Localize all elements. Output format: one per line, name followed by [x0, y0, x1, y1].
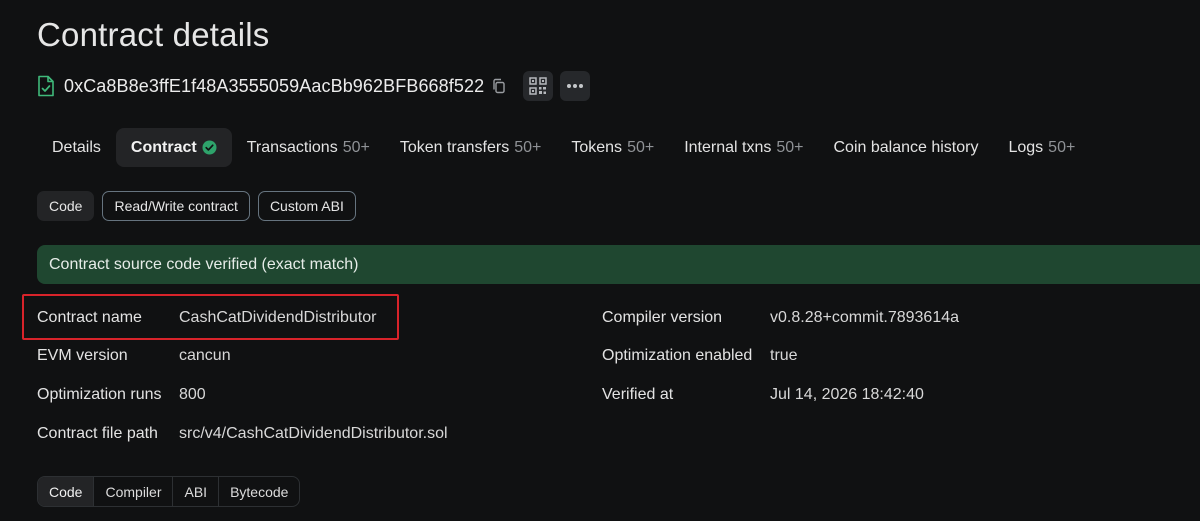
tab-transactions[interactable]: Transactions 50+: [232, 128, 385, 167]
tab-tokens[interactable]: Tokens 50+: [556, 128, 669, 167]
tab-internal-txns[interactable]: Internal txns 50+: [669, 128, 818, 167]
evm-version-label: EVM version: [37, 347, 128, 364]
code-tab-code[interactable]: Code: [38, 477, 94, 506]
tab-count: 50+: [342, 138, 370, 156]
contract-name-highlight: [22, 294, 399, 340]
file-path-label: Contract file path: [37, 425, 158, 442]
tab-details[interactable]: Details: [37, 128, 116, 167]
file-path-value: src/v4/CashCatDividendDistributor.sol: [179, 425, 448, 442]
optimization-runs-label: Optimization runs: [37, 386, 162, 403]
code-tab-bytecode[interactable]: Bytecode: [218, 477, 299, 506]
tab-logs[interactable]: Logs 50+: [993, 128, 1090, 167]
compiler-version-value: v0.8.28+commit.7893614a: [770, 309, 960, 326]
tab-token-transfers[interactable]: Token transfers 50+: [385, 128, 557, 167]
optimization-enabled-value: true: [770, 347, 798, 364]
evm-version-value: cancun: [179, 347, 231, 364]
copy-icon[interactable]: [491, 78, 507, 94]
verified-at-label: Verified at: [602, 386, 674, 403]
verified-check-icon: [202, 140, 217, 155]
tab-count: 50+: [514, 138, 542, 156]
tab-count: 50+: [1048, 138, 1076, 156]
tab-label: Contract: [130, 138, 197, 156]
verified-file-icon: [37, 75, 55, 97]
optimization-enabled-label: Optimization enabled: [602, 347, 753, 364]
tab-contract[interactable]: Contract: [115, 128, 232, 167]
tab-count: 50+: [776, 138, 804, 156]
main-tabs: Details Contract Transactions 50+ Token …: [37, 128, 1090, 167]
tab-count: 50+: [627, 138, 655, 156]
code-view-tabs: Code Compiler ABI Bytecode: [37, 476, 301, 507]
subtab-read-write-contract[interactable]: Read/Write contract: [102, 191, 250, 221]
contract-subtabs: Code Read/Write contract Custom ABI: [37, 191, 356, 221]
verified-at-value: Jul 14, 2026 18:42:40: [770, 386, 924, 403]
compiler-version-label: Compiler version: [602, 309, 723, 326]
more-options-button[interactable]: [560, 71, 591, 101]
tab-label: Internal txns: [684, 138, 772, 156]
tab-label: Logs: [1008, 138, 1044, 156]
subtab-code[interactable]: Code: [37, 191, 95, 221]
subtab-custom-abi[interactable]: Custom ABI: [257, 191, 356, 221]
tab-label: Tokens: [571, 138, 623, 156]
page-title: Contract details: [37, 16, 270, 53]
tab-label: Details: [52, 138, 101, 156]
tab-label: Token transfers: [399, 138, 510, 156]
tab-coin-balance-history[interactable]: Coin balance history: [819, 128, 994, 167]
address-row: 0xCa8B8e3ffE1f48A3555059AacBb962BFB668f5…: [37, 71, 591, 101]
verified-banner: Contract source code verified (exact mat…: [37, 245, 1200, 284]
tab-label: Transactions: [246, 138, 338, 156]
qr-code-icon: [529, 77, 547, 95]
optimization-runs-value: 800: [179, 386, 206, 403]
code-tab-compiler[interactable]: Compiler: [93, 477, 172, 506]
tab-label: Coin balance history: [833, 138, 979, 156]
ellipsis-icon: [567, 84, 584, 88]
code-tab-abi[interactable]: ABI: [172, 477, 218, 506]
contract-address: 0xCa8B8e3ffE1f48A3555059AacBb962BFB668f5…: [64, 75, 485, 96]
qr-code-button[interactable]: [523, 71, 554, 101]
